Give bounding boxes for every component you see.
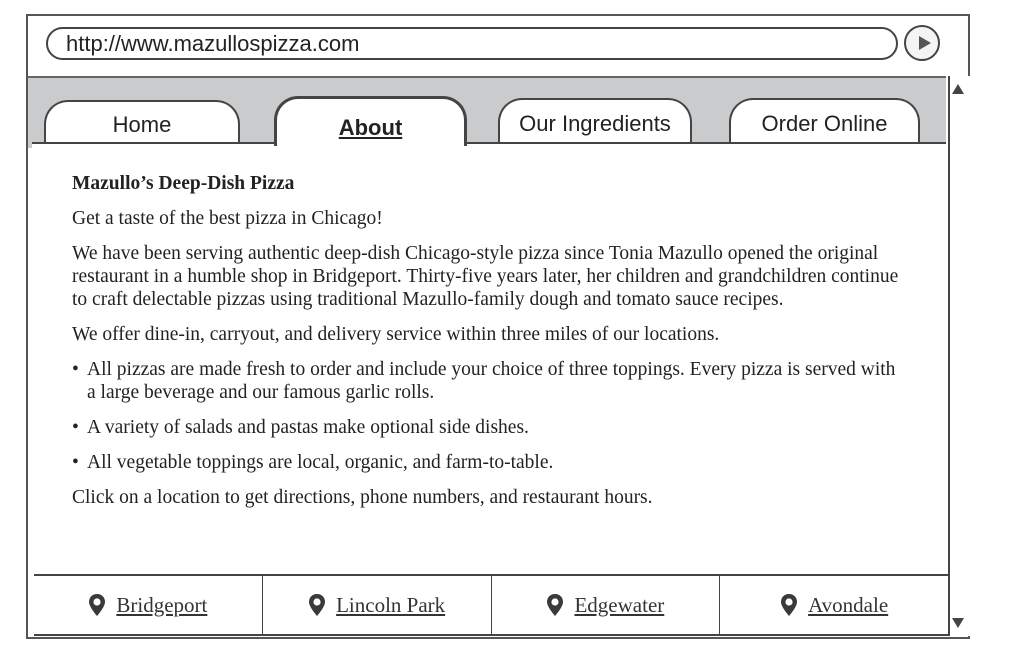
location-edgewater[interactable]: Edgewater bbox=[492, 576, 721, 634]
services-paragraph: We offer dine-in, carryout, and delivery… bbox=[72, 324, 720, 345]
map-pin-icon bbox=[547, 594, 564, 616]
tab-home[interactable]: Home bbox=[44, 100, 240, 144]
map-pin-icon bbox=[89, 594, 106, 616]
map-pin-icon bbox=[781, 594, 798, 616]
tab-order-online[interactable]: Order Online bbox=[729, 98, 920, 144]
scroll-down-icon[interactable] bbox=[948, 612, 968, 632]
closing-paragraph: Click on a location to get directions, p… bbox=[72, 487, 653, 508]
tagline: Get a taste of the best pizza in Chicago… bbox=[72, 208, 383, 229]
feature-list: All pizzas are made fresh to order and i… bbox=[72, 358, 902, 474]
intro-paragraph: We have been serving authentic deep-dish… bbox=[72, 243, 899, 310]
tab-about[interactable]: About bbox=[274, 96, 467, 146]
location-bridgeport[interactable]: Bridgeport bbox=[34, 576, 263, 634]
go-button[interactable] bbox=[904, 25, 940, 61]
vertical-scrollbar[interactable] bbox=[948, 76, 970, 636]
list-item: All vegetable toppings are local, organi… bbox=[72, 451, 902, 474]
location-bar: Bridgeport Lincoln Park Edgewater Avonda… bbox=[34, 574, 948, 636]
address-bar[interactable]: http://www.mazullospizza.com bbox=[46, 27, 898, 60]
location-link[interactable]: Lincoln Park bbox=[336, 593, 445, 618]
tab-our-ingredients[interactable]: Our Ingredients bbox=[498, 98, 692, 144]
scroll-up-icon[interactable] bbox=[948, 80, 968, 100]
list-item: A variety of salads and pastas make opti… bbox=[72, 416, 902, 439]
list-item: All pizzas are made fresh to order and i… bbox=[72, 358, 902, 404]
location-link[interactable]: Bridgeport bbox=[116, 593, 207, 618]
location-lincoln-park[interactable]: Lincoln Park bbox=[263, 576, 492, 634]
location-avondale[interactable]: Avondale bbox=[720, 576, 948, 634]
location-link[interactable]: Edgewater bbox=[574, 593, 664, 618]
page-heading: Mazullo’s Deep-Dish Pizza bbox=[72, 173, 295, 194]
about-text: Mazullo’s Deep-Dish Pizza Get a taste of… bbox=[72, 172, 902, 521]
map-pin-icon bbox=[309, 594, 326, 616]
about-content-panel: Mazullo’s Deep-Dish Pizza Get a taste of… bbox=[32, 142, 946, 574]
location-link[interactable]: Avondale bbox=[808, 593, 888, 618]
